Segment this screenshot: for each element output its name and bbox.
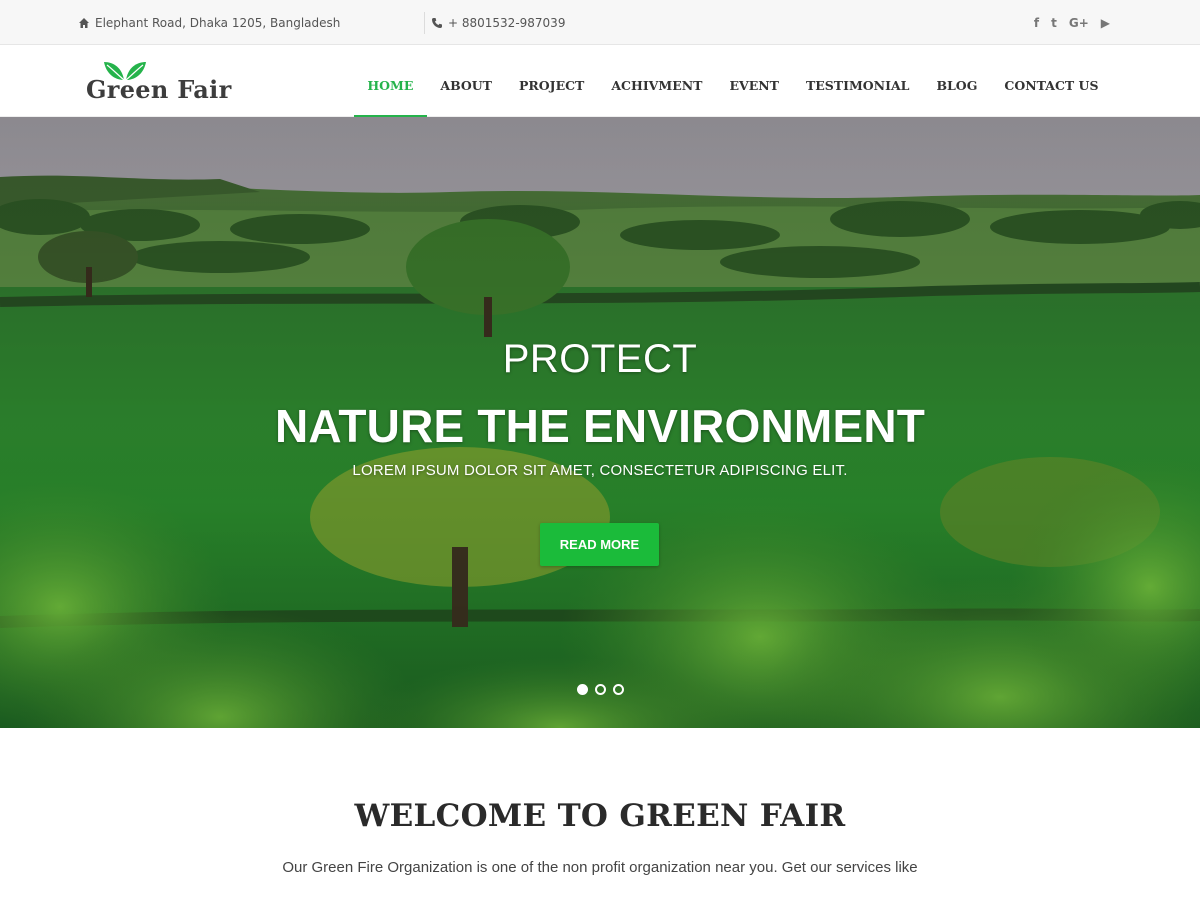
phone-info: + 8801532-987039: [424, 12, 565, 34]
slider-dots: [0, 684, 1200, 695]
google-plus-icon[interactable]: G+: [1069, 16, 1089, 30]
nav-home[interactable]: HOME: [353, 45, 427, 118]
welcome-text: Our Green Fire Organization is one of th…: [282, 859, 918, 876]
hero-heading-line2: NATURE THE ENVIRONMENT: [274, 400, 926, 452]
hero-slider: PROTECT NATURE THE ENVIRONMENT LOREM IPS…: [0, 117, 1200, 728]
main-nav: HOME ABOUT PROJECT ACHIVMENT EVENT TESTI…: [353, 45, 1112, 118]
site-header: Green Fair HOME ABOUT PROJECT ACHIVMENT …: [0, 45, 1200, 118]
hero-heading-line1: PROTECT: [502, 337, 698, 381]
logo-text: Green Fair: [86, 75, 232, 104]
read-more-button[interactable]: READ MORE: [540, 523, 659, 566]
home-icon: [78, 17, 90, 29]
address-text: Elephant Road, Dhaka 1205, Bangladesh: [95, 15, 341, 30]
nav-testimonial[interactable]: TESTIMONIAL: [792, 45, 923, 117]
nav-blog[interactable]: BLOG: [923, 45, 991, 117]
nav-achivment[interactable]: ACHIVMENT: [598, 45, 716, 117]
nav-contact-us[interactable]: CONTACT US: [991, 45, 1112, 117]
youtube-icon[interactable]: ▶: [1101, 16, 1110, 30]
nav-about[interactable]: ABOUT: [427, 45, 506, 117]
logo[interactable]: Green Fair: [86, 59, 236, 109]
nav-event[interactable]: EVENT: [716, 45, 792, 117]
welcome-title: WELCOME TO GREEN FAIR: [354, 798, 846, 834]
slider-dot-3[interactable]: [612, 684, 624, 695]
phone-icon: [431, 17, 443, 29]
phone-text: + 8801532-987039: [448, 16, 566, 30]
nav-project[interactable]: PROJECT: [505, 45, 597, 117]
slider-dot-2[interactable]: [594, 684, 606, 695]
address-info: Elephant Road, Dhaka 1205, Bangladesh: [78, 0, 340, 45]
hero-subtitle: LOREM IPSUM DOLOR SIT AMET, CONSECTETUR …: [352, 462, 848, 479]
twitter-icon[interactable]: t: [1051, 16, 1057, 30]
social-links: f t G+ ▶: [1034, 0, 1110, 45]
slider-dot-1[interactable]: [576, 684, 588, 695]
top-bar: Elephant Road, Dhaka 1205, Bangladesh + …: [0, 0, 1200, 45]
facebook-icon[interactable]: f: [1034, 16, 1039, 30]
